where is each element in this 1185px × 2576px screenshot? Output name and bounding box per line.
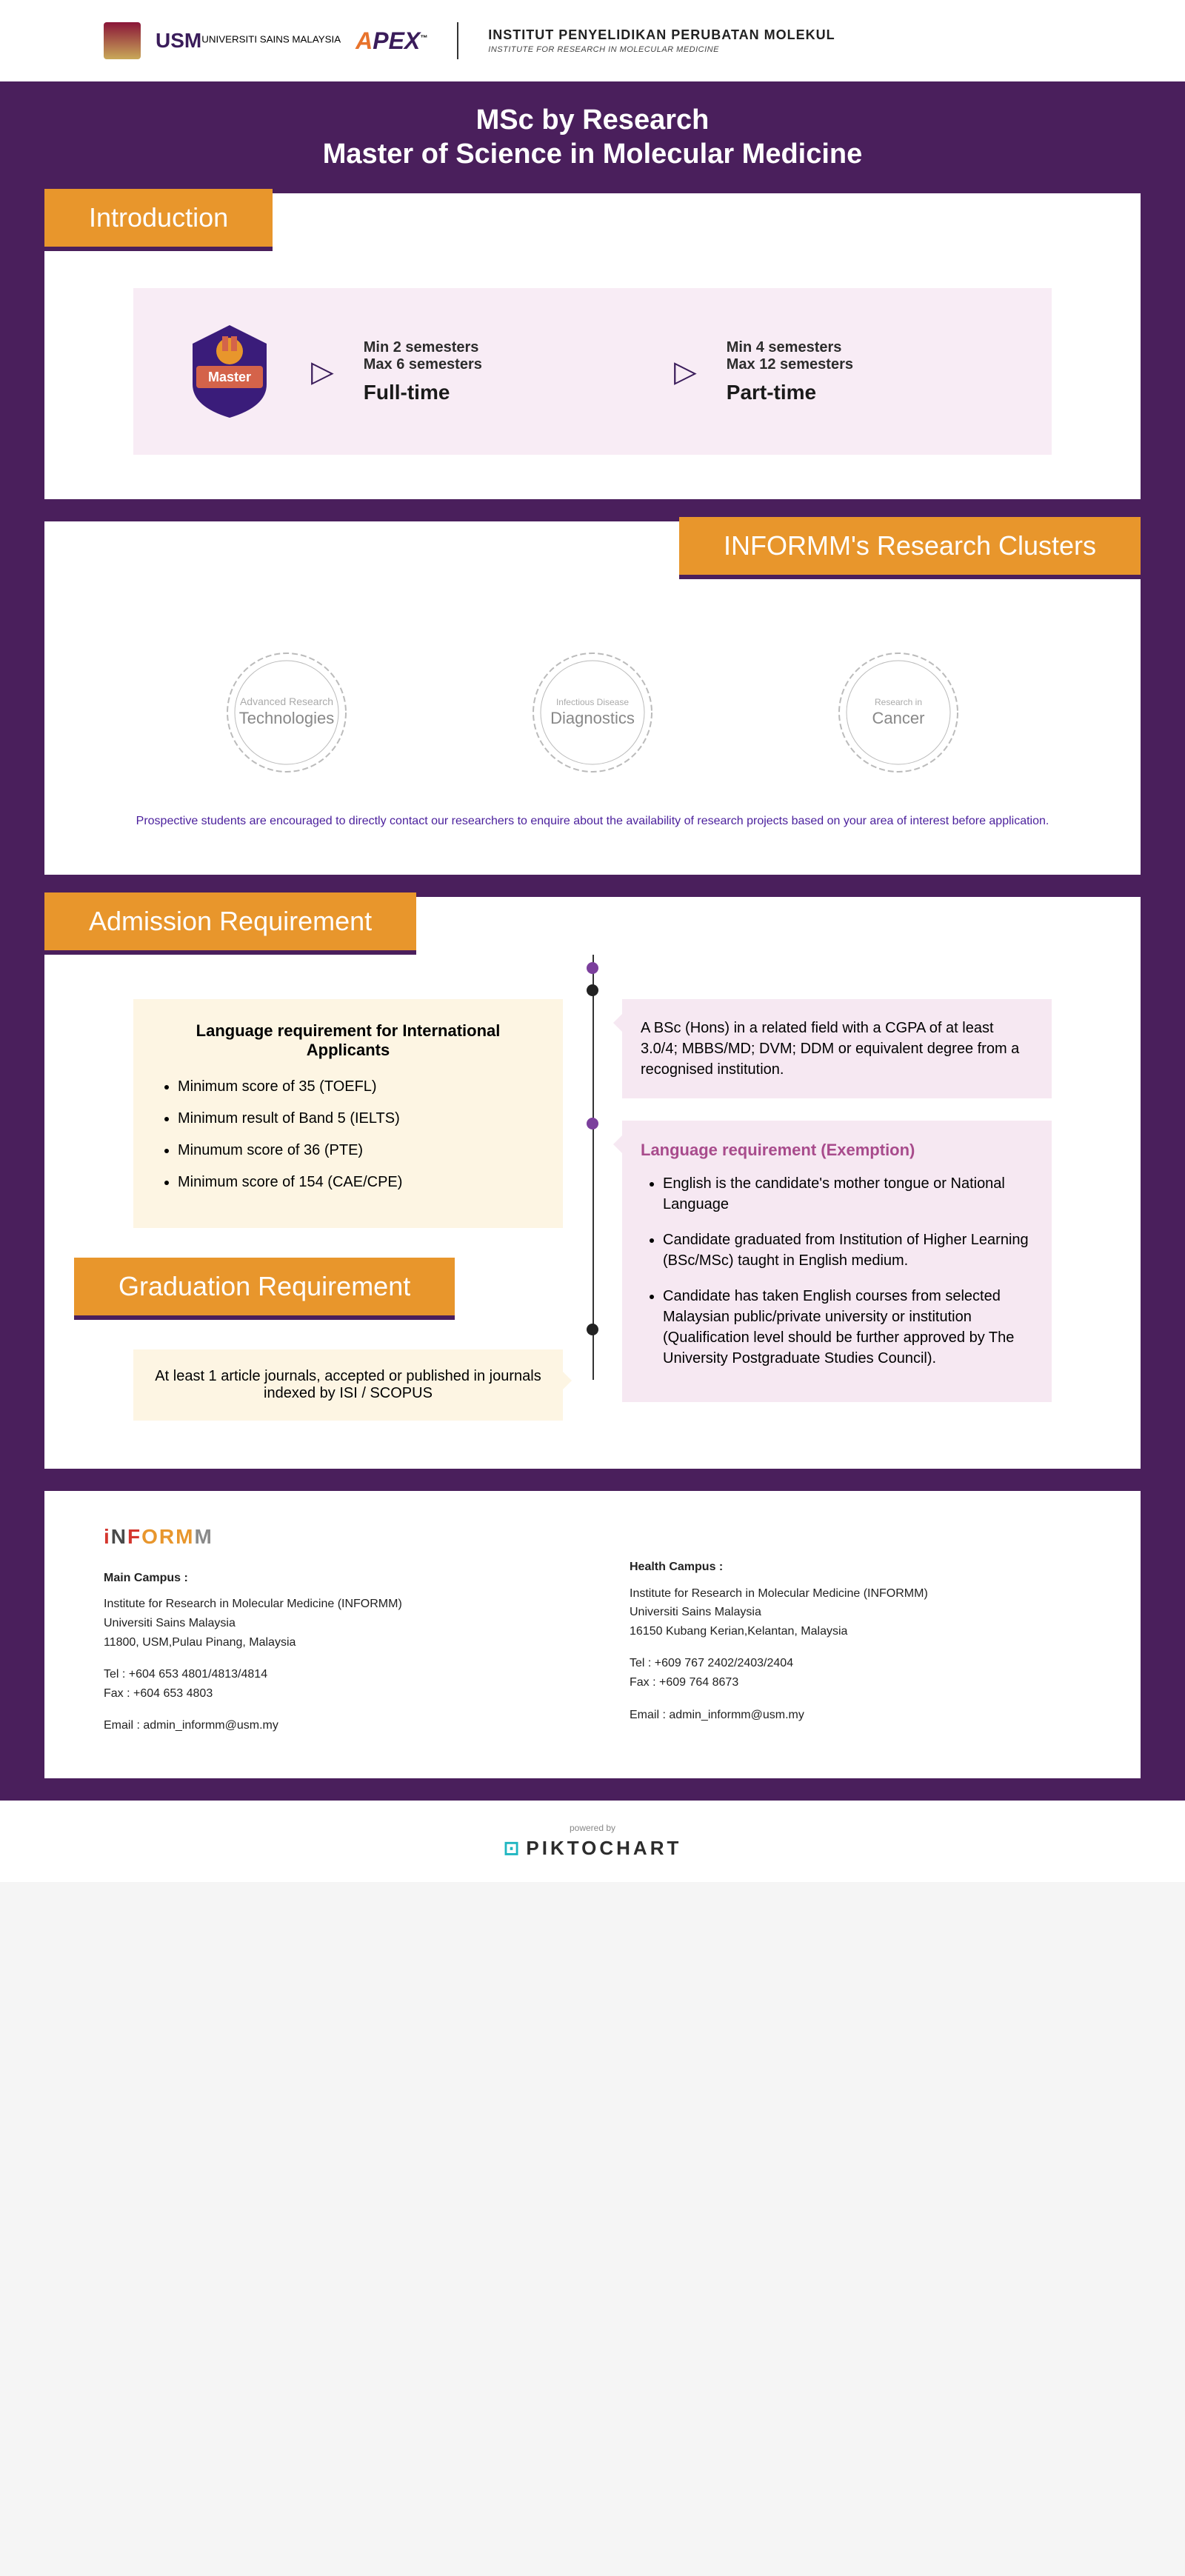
list-item: Candidate graduated from Institution of … xyxy=(663,1229,1033,1271)
svg-text:Advanced Research: Advanced Research xyxy=(240,695,333,707)
powered-by: powered by ⊡PIKTOCHART xyxy=(0,1801,1185,1882)
address: Institute for Research in Molecular Medi… xyxy=(104,1595,555,1652)
email: Email : admin_informm@usm.my xyxy=(630,1706,1081,1725)
right-column: A BSc (Hons) in a related field with a C… xyxy=(592,999,1081,1424)
svg-text:Research in: Research in xyxy=(875,697,922,707)
svg-text:Diagnostics: Diagnostics xyxy=(550,709,635,727)
health-campus: Health Campus : Institute for Research i… xyxy=(630,1521,1081,1749)
address: Institute for Research in Molecular Medi… xyxy=(630,1584,1081,1641)
intro-tab: Introduction xyxy=(44,189,273,251)
cluster-technologies: Advanced Research Technologies xyxy=(213,638,361,790)
list-item: Minumum score of 36 (PTE) xyxy=(178,1142,541,1159)
clusters-note: Prospective students are encouraged to d… xyxy=(44,812,1141,830)
footer: iNFORMM Main Campus : Institute for Rese… xyxy=(44,1491,1141,1778)
timeline-line xyxy=(592,955,594,1380)
logos: USMUNIVERSITI SAINS MALAYSIA APEX™ xyxy=(104,22,427,59)
section-introduction: Introduction Master ▷ Min 2 semesters Ma… xyxy=(44,193,1141,499)
master-badge-icon: Master xyxy=(178,318,281,425)
triangle-icon: ▷ xyxy=(311,355,334,389)
admission-tab: Admission Requirement xyxy=(44,892,416,955)
header: USMUNIVERSITI SAINS MALAYSIA APEX™ INSTI… xyxy=(0,0,1185,81)
timeline-dot xyxy=(587,984,598,996)
informm-logo: iNFORMM xyxy=(104,1521,555,1554)
divider xyxy=(457,22,458,59)
svg-text:Master: Master xyxy=(208,370,251,384)
timeline-dot xyxy=(587,962,598,974)
bsc-requirement: A BSc (Hons) in a related field with a C… xyxy=(622,999,1052,1098)
graduation-requirement-box: At least 1 article journals, accepted or… xyxy=(133,1349,563,1421)
svg-text:Infectious Disease: Infectious Disease xyxy=(556,697,629,707)
piktochart-icon: ⊡ xyxy=(504,1837,523,1859)
intro-card: Master ▷ Min 2 semesters Max 6 semesters… xyxy=(133,288,1052,455)
main-campus: iNFORMM Main Campus : Institute for Rese… xyxy=(104,1521,555,1749)
triangle-icon: ▷ xyxy=(674,355,697,389)
emblem-icon xyxy=(104,22,141,59)
list-item: Minimum result of Band 5 (IELTS) xyxy=(178,1110,541,1127)
graduation-tab: Graduation Requirement xyxy=(74,1258,455,1320)
list-item: Minimum score of 154 (CAE/CPE) xyxy=(178,1174,541,1191)
clusters-tab: INFORMM's Research Clusters xyxy=(679,517,1141,579)
exemption-box: Language requirement (Exemption) English… xyxy=(622,1121,1052,1402)
section-clusters: INFORMM's Research Clusters Advanced Res… xyxy=(44,521,1141,875)
cluster-diagnostics: Infectious Disease Diagnostics xyxy=(518,638,667,790)
section-admission: Admission Requirement Language requireme… xyxy=(44,897,1141,1469)
timeline-dot xyxy=(587,1118,598,1129)
cluster-cancer: Research in Cancer xyxy=(824,638,972,790)
parttime-duration: Min 4 semesters Max 12 semesters Part-ti… xyxy=(727,339,1007,404)
list-item: Candidate has taken English courses from… xyxy=(663,1286,1033,1369)
apex-logo: APEX™ xyxy=(356,27,427,55)
timeline-dot xyxy=(587,1324,598,1335)
svg-text:Technologies: Technologies xyxy=(238,709,333,727)
list-item: Minimum score of 35 (TOEFL) xyxy=(178,1078,541,1095)
svg-text:Cancer: Cancer xyxy=(872,709,925,727)
institute-name: INSTITUT PENYELIDIKAN PERUBATAN MOLEKUL … xyxy=(488,27,835,55)
usm-logo: USMUNIVERSITI SAINS MALAYSIA xyxy=(156,29,341,53)
language-requirements: Language requirement for International A… xyxy=(133,999,563,1228)
fulltime-duration: Min 2 semesters Max 6 semesters Full-tim… xyxy=(364,339,644,404)
page-title: MSc by ResearchMaster of Science in Mole… xyxy=(0,81,1185,193)
list-item: English is the candidate's mother tongue… xyxy=(663,1173,1033,1215)
email: Email : admin_informm@usm.my xyxy=(104,1716,555,1735)
left-column: Language requirement for International A… xyxy=(104,999,592,1424)
